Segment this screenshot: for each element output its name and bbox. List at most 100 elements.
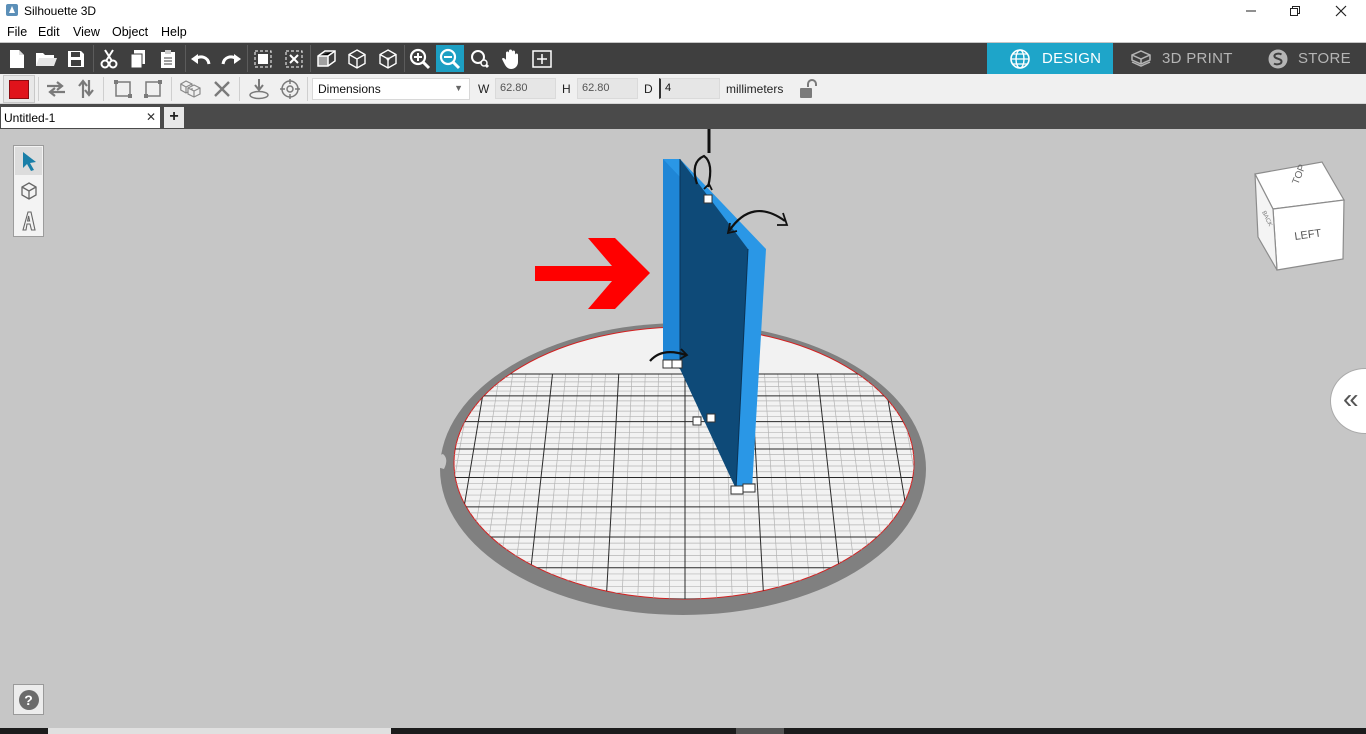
pointer-arrow-icon (22, 152, 36, 171)
new-file-button[interactable] (3, 45, 31, 72)
tab-store[interactable]: STORE (1243, 43, 1366, 74)
flip-vertical-icon (78, 79, 94, 98)
menu-object[interactable]: Object (112, 25, 148, 39)
drop-to-floor-icon (249, 79, 269, 100)
cut-button[interactable] (95, 45, 123, 72)
delete-x-icon (214, 81, 230, 97)
taskbar-segment (736, 728, 784, 734)
perspective-view-button[interactable] (312, 45, 340, 72)
ungroup-button[interactable] (280, 45, 308, 72)
title-bar: Silhouette 3D (0, 0, 1366, 22)
tab-3d-print[interactable]: 3D PRINT (1113, 43, 1243, 74)
menu-edit[interactable]: Edit (38, 25, 60, 39)
redo-button[interactable] (217, 45, 245, 72)
taskbar-segment (48, 728, 391, 734)
left-tool-palette (13, 145, 44, 237)
close-window-button[interactable] (1318, 0, 1364, 22)
select-tool[interactable] (15, 147, 42, 175)
clipboard-icon (161, 49, 175, 68)
height-input[interactable]: 62.80 (577, 78, 638, 99)
main-toolbar: DESIGN 3D PRINT STORE (0, 43, 1366, 74)
new-tab-button[interactable]: + (164, 107, 184, 128)
help-icon: ? (18, 689, 39, 710)
lock-aspect-button[interactable] (795, 77, 821, 101)
center-object-button[interactable] (277, 77, 303, 101)
undo-button[interactable] (187, 45, 215, 72)
copy-icon (130, 49, 145, 68)
object-toolbar: Dimensions ▼ W 62.80 H 62.80 D 4 millime… (0, 74, 1366, 104)
scale-icon (144, 80, 162, 98)
viewport-canvas[interactable]: TOP LEFT BACK (0, 129, 1366, 728)
document-tab[interactable]: Untitled-1 ✕ (1, 107, 160, 128)
flip-vertical-button[interactable] (73, 77, 99, 101)
scale-button[interactable] (140, 77, 166, 101)
cube-icon (348, 48, 366, 69)
text-tool[interactable] (15, 207, 42, 235)
scissors-icon (100, 48, 118, 68)
fit-to-page-button[interactable] (528, 45, 556, 72)
menu-view[interactable]: View (73, 25, 100, 39)
target-center-icon (280, 79, 300, 99)
shape-tool[interactable] (15, 177, 42, 205)
help-button[interactable]: ? (13, 684, 44, 715)
minimize-icon (1246, 10, 1256, 12)
height-label: H (562, 82, 571, 96)
toolbar-divider (307, 77, 308, 101)
restore-button[interactable] (1272, 0, 1318, 22)
fit-to-page-icon (532, 49, 552, 68)
pan-button[interactable] (497, 45, 525, 72)
toolbar-divider (93, 45, 94, 72)
open-file-button[interactable] (32, 45, 60, 72)
menu-file[interactable]: File (7, 25, 27, 39)
menu-help[interactable]: Help (161, 25, 187, 39)
window-title: Silhouette 3D (24, 4, 97, 18)
tab-design-label: DESIGN (1042, 50, 1102, 67)
close-icon (1335, 5, 1347, 17)
dimensions-mode-select[interactable]: Dimensions ▼ (312, 78, 470, 100)
duplicate-object-button[interactable] (178, 77, 204, 101)
width-input[interactable]: 62.80 (495, 78, 556, 99)
cube-iso-view-button[interactable] (374, 45, 402, 72)
align-button[interactable] (110, 77, 136, 101)
width-label: W (478, 82, 490, 96)
dimensions-mode-value: Dimensions (318, 82, 381, 96)
tab-design[interactable]: DESIGN (987, 43, 1113, 74)
group-icon (254, 50, 272, 67)
save-button[interactable] (62, 45, 90, 72)
app-logo-icon (6, 4, 18, 16)
copy-button[interactable] (124, 45, 152, 72)
save-icon (68, 50, 84, 67)
text-a-icon (21, 211, 36, 231)
document-tab-title: Untitled-1 (4, 111, 56, 125)
scene-svg: TOP LEFT BACK (437, 129, 1345, 615)
zoom-out-button[interactable] (436, 45, 464, 72)
taskbar-strip (0, 728, 1366, 734)
view-cube[interactable]: TOP LEFT BACK (1254, 161, 1345, 271)
delete-button[interactable] (209, 77, 235, 101)
toolbar-divider (239, 77, 240, 101)
drop-to-bed-button[interactable] (246, 77, 272, 101)
redo-icon (221, 53, 241, 64)
depth-label: D (644, 82, 653, 96)
group-button[interactable] (249, 45, 277, 72)
plate-left-edge (663, 159, 680, 369)
restore-icon (1290, 6, 1300, 16)
zoom-in-button[interactable] (406, 45, 434, 72)
depth-input[interactable]: 4 (659, 78, 720, 99)
flip-horizontal-icon (47, 81, 65, 97)
fill-color-button[interactable] (3, 75, 35, 103)
paste-button[interactable] (154, 45, 182, 72)
fill-color-swatch (9, 80, 29, 99)
ungroup-icon (285, 50, 303, 67)
globe-icon (1010, 48, 1030, 69)
hand-pan-icon (502, 49, 518, 69)
flip-horizontal-button[interactable] (43, 77, 69, 101)
align-icon (114, 80, 132, 98)
zoom-in-icon (409, 48, 431, 69)
perspective-view-icon (317, 49, 336, 67)
minimize-button[interactable] (1228, 0, 1274, 22)
units-label: millimeters (726, 82, 784, 96)
zoom-fit-button[interactable] (466, 45, 494, 72)
close-tab-icon[interactable]: ✕ (146, 110, 156, 124)
cube-view-button[interactable] (343, 45, 371, 72)
